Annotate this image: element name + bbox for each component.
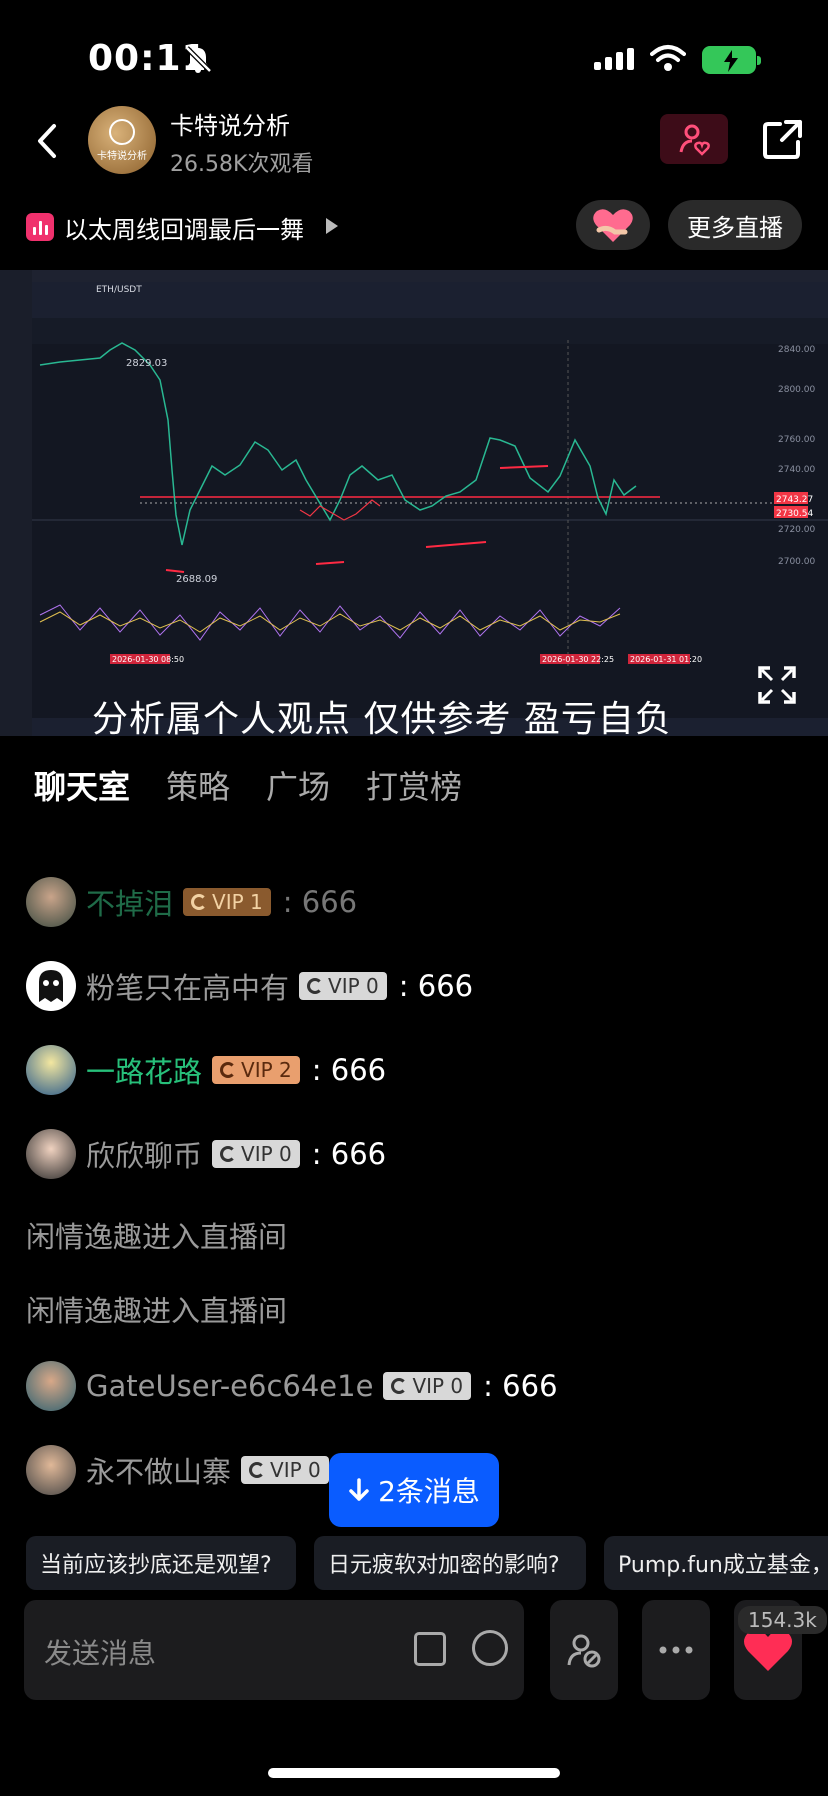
- ghost-avatar-icon: [39, 970, 63, 1002]
- vip-logo-icon: [307, 978, 324, 994]
- message-input[interactable]: 发送消息: [24, 1600, 524, 1700]
- arrow-down-icon: [349, 1478, 369, 1501]
- chart-low-label: 2688.09: [176, 574, 217, 585]
- system-message: 闲情逸趣进入直播间: [26, 1220, 288, 1254]
- price-tag-1: 2743.27: [776, 495, 813, 505]
- system-message: 闲情逸趣进入直播间: [26, 1294, 288, 1328]
- user-avatar[interactable]: [26, 1129, 76, 1179]
- vip-logo-icon: [191, 894, 208, 910]
- more-live-button[interactable]: 更多直播: [668, 200, 802, 250]
- play-arrow-icon[interactable]: [326, 218, 338, 234]
- back-arrow-icon[interactable]: [30, 118, 66, 164]
- time-label-0: 2026-01-30 08:50: [112, 655, 184, 664]
- emoji-icon[interactable]: [472, 1630, 508, 1666]
- user-avatar[interactable]: [26, 877, 76, 927]
- fullscreen-icon[interactable]: [756, 664, 798, 706]
- bell-muted-icon: [185, 46, 212, 73]
- y-tick-2: 2760.00: [778, 435, 815, 445]
- vip-logo-icon: [220, 1062, 237, 1078]
- chat-username[interactable]: 欣欣聊币: [86, 1133, 202, 1175]
- y-tick-1: 2800.00: [778, 385, 815, 395]
- box-icon[interactable]: [414, 1632, 446, 1666]
- chat-text: : 666: [282, 885, 358, 919]
- live-video-player[interactable]: 2829.03 2688.09 2743.27 2730.54 2840.00 …: [0, 270, 828, 736]
- tab-chatroom[interactable]: 聊天室: [34, 762, 130, 808]
- content-tabs: 聊天室 策略 广场 打赏榜: [34, 762, 462, 808]
- host-avatar[interactable]: 卡特说分析: [88, 106, 156, 174]
- chat-username[interactable]: 不掉泪: [86, 881, 173, 923]
- pair-label: ETH/USDT: [96, 285, 142, 295]
- vip-badge: VIP 0: [212, 1140, 300, 1168]
- user-avatar[interactable]: [26, 961, 76, 1011]
- chat-message[interactable]: 不掉泪 VIP 1 : 666: [26, 876, 357, 928]
- chat-message[interactable]: 欣欣聊币 VIP 0 : 666: [26, 1128, 386, 1180]
- chat-message[interactable]: 永不做山寨 VIP 0: [26, 1444, 341, 1496]
- y-tick-5: 2700.00: [778, 557, 815, 567]
- new-messages-button[interactable]: 2条消息: [329, 1453, 499, 1527]
- vip-badge: VIP 1: [183, 888, 271, 916]
- suggestion-chip[interactable]: Pump.fun成立基金，: [604, 1536, 828, 1590]
- chat-username[interactable]: 一路花路: [86, 1049, 202, 1091]
- share-icon[interactable]: [760, 116, 806, 162]
- chart-high-label: 2829.03: [126, 358, 167, 369]
- chat-text: : 666: [311, 1053, 387, 1087]
- vip-badge: VIP 0: [299, 972, 387, 1000]
- vip-logo-icon: [220, 1146, 237, 1162]
- vip-badge: VIP 2: [212, 1056, 300, 1084]
- chat-username[interactable]: 粉笔只在高中有: [86, 965, 289, 1007]
- chat-username[interactable]: 永不做山寨: [86, 1449, 231, 1491]
- host-name[interactable]: 卡特说分析: [170, 106, 290, 141]
- price-tag-2: 2730.54: [776, 509, 813, 519]
- chat-username[interactable]: GateUser-e6c64e1e: [86, 1369, 373, 1403]
- user-settings-button[interactable]: [550, 1600, 618, 1700]
- live-bars-icon: [26, 213, 54, 241]
- video-disclaimer: 分析属个人观点 仅供参考 盈亏自负: [92, 699, 672, 740]
- chat-message[interactable]: GateUser-e6c64e1e VIP 0 : 666: [26, 1360, 558, 1412]
- user-edit-icon: [567, 1634, 601, 1668]
- time-label-2: 2026-01-31 01:20: [630, 655, 702, 664]
- tab-strategy[interactable]: 策略: [166, 762, 230, 808]
- vip-badge: VIP 0: [383, 1372, 472, 1400]
- trading-chart-frame: 2829.03 2688.09 2743.27 2730.54 2840.00 …: [0, 270, 828, 736]
- more-options-button[interactable]: [642, 1600, 710, 1700]
- chat-text: : 666: [398, 969, 474, 1003]
- vip-logo-icon: [249, 1462, 266, 1478]
- vip-logo-icon: [391, 1378, 408, 1394]
- y-tick-0: 2840.00: [778, 345, 815, 355]
- chat-text: : 666: [311, 1137, 387, 1171]
- chat-message[interactable]: 一路花路 VIP 2 : 666: [26, 1044, 386, 1096]
- user-avatar[interactable]: [26, 1445, 76, 1495]
- follow-button[interactable]: [660, 114, 728, 164]
- stream-title[interactable]: 以太周线回调最后一舞: [64, 210, 304, 245]
- cell-signal-icon: [594, 48, 634, 70]
- suggestion-chip[interactable]: 日元疲软对加密的影响?: [314, 1536, 586, 1590]
- heart-hand-icon: [593, 209, 633, 242]
- status-bar: 00:11: [0, 0, 828, 120]
- tab-tip-ranking[interactable]: 打赏榜: [366, 762, 462, 808]
- user-avatar[interactable]: [26, 1045, 76, 1095]
- ellipsis-icon: [659, 1646, 693, 1654]
- host-logo-icon: [109, 118, 135, 145]
- view-count: 26.58K次观看: [170, 152, 314, 177]
- follow-heart-user-icon: [679, 124, 710, 156]
- home-indicator[interactable]: [268, 1768, 560, 1778]
- chat-message[interactable]: 粉笔只在高中有 VIP 0 : 666: [26, 960, 473, 1012]
- chat-text: : 666: [483, 1369, 558, 1403]
- battery-icon: [702, 46, 761, 74]
- vip-badge: VIP 0: [241, 1456, 329, 1484]
- gift-heart-button[interactable]: [576, 200, 650, 250]
- time-label-1: 2026-01-30 22:25: [542, 655, 614, 664]
- tab-square[interactable]: 广场: [266, 762, 330, 808]
- wifi-icon: [650, 45, 686, 71]
- y-tick-3: 2740.00: [778, 465, 815, 475]
- user-avatar[interactable]: [26, 1361, 76, 1411]
- suggestion-chip[interactable]: 当前应该抄底还是观望?: [26, 1536, 296, 1590]
- y-tick-4: 2720.00: [778, 525, 815, 535]
- like-count: 154.3k: [738, 1606, 827, 1634]
